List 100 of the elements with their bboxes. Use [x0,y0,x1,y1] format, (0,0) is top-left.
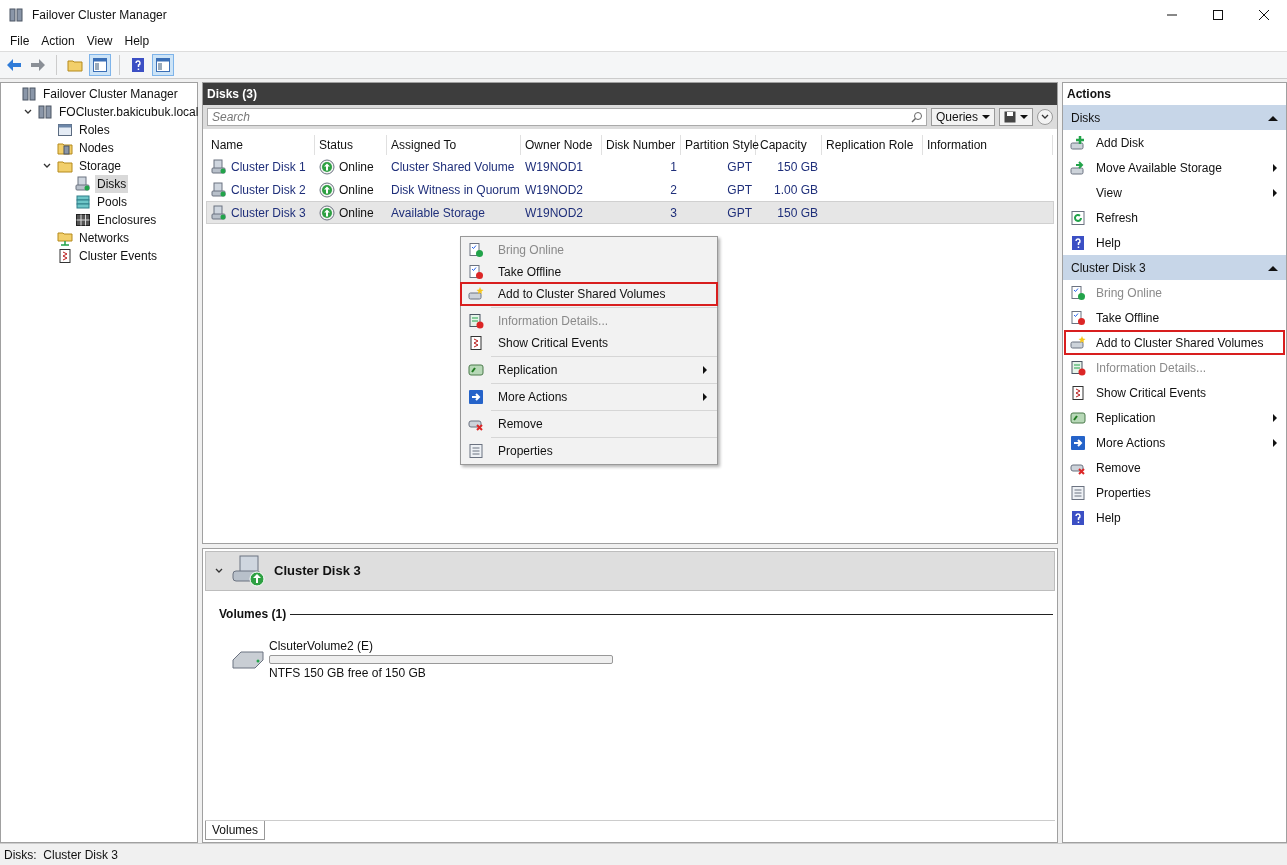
checklist-minus-icon [1070,309,1086,326]
column-header[interactable]: Information [923,135,1053,155]
menu-item[interactable]: Show Critical Events [461,332,717,354]
panel-icon [155,57,171,73]
replication-icon [468,362,484,378]
column-header[interactable]: Replication Role [822,135,923,155]
submenu-arrow-icon [1271,413,1279,422]
table-cell-text: Cluster Disk 3 [231,204,306,222]
menu-item[interactable]: Properties [461,440,717,462]
submenu-arrow-icon [701,393,709,401]
task-link[interactable]: Refresh [1064,205,1285,230]
menu-bar-item[interactable]: Help [118,31,156,50]
menu-item[interactable]: Remove [461,413,717,435]
submenu-arrow-icon [1271,188,1279,197]
tree-item[interactable]: Enclosures [95,211,159,229]
disk-star-icon [1070,334,1086,351]
task-link[interactable]: Show Critical Events [1064,380,1285,405]
collapse-triangle-icon [1268,113,1278,122]
arrow-right-icon [1070,434,1086,451]
action-pane-button[interactable] [152,54,174,76]
table-cell-text: Online [339,158,374,176]
volume-name: ClsuterVolume2 (E) [269,638,375,655]
collapse-button[interactable] [1037,109,1053,125]
tree-item[interactable]: Storage [77,157,124,175]
up-arrow-circle-icon [319,204,335,221]
window-icon [57,122,73,138]
search-field[interactable]: Search [207,108,927,126]
table-cell-text: 2 [670,181,677,199]
section-header[interactable]: Disks [1063,105,1286,130]
task-link[interactable]: Replication [1064,405,1285,430]
table-cell-text: 1.00 GB [773,181,818,199]
column-header[interactable]: Disk Number [602,135,681,155]
event-log-icon [1070,384,1086,401]
task-link[interactable]: View [1064,180,1285,205]
tree-item[interactable]: Failover Cluster Manager [41,85,180,103]
tree-item[interactable]: Roles [77,121,112,139]
table-row[interactable]: Cluster Disk 1 Online Cluster Shared Volume W19NOD1 1 GPT 150 GB [206,155,1054,178]
tree-item[interactable]: Cluster Events [77,247,160,265]
column-header[interactable]: Assigned To [387,135,521,155]
back-arrow-icon [6,57,22,73]
table-row[interactable]: Cluster Disk 3 Online Available Storage W19NOD2 3 GPT 150 GB [206,201,1054,224]
tree-item[interactable]: Nodes [77,139,116,157]
menu-item[interactable]: Replication [461,359,717,381]
menu-bar-item[interactable]: File [4,31,36,50]
disk-icon [211,204,227,221]
task-link[interactable]: Add Disk [1064,130,1285,155]
pane-title: Disks (3) [207,86,258,103]
drive-icon [231,649,265,670]
forward-arrow-icon [30,57,46,73]
column-header[interactable]: Name [207,135,315,155]
tree-item[interactable]: FOCluster.bakicubuk.local [57,103,201,121]
table-cell-text: GPT [727,181,752,199]
console-tree-button[interactable] [89,54,111,76]
tab[interactable]: Volumes [205,821,266,840]
replication-icon [1070,409,1086,426]
help-icon [1070,234,1086,251]
disk-icon [211,158,227,175]
column-header[interactable]: Status [315,135,387,155]
table-cell-text: Cluster Shared Volume [391,158,515,176]
document-alert-icon [468,313,484,329]
folder-icon [57,158,73,174]
section-header[interactable]: Cluster Disk 3 [1063,255,1286,280]
server-rack-icon [21,86,37,102]
task-link[interactable]: Add to Cluster Shared Volumes [1064,330,1285,355]
task-link[interactable]: Properties [1064,480,1285,505]
maximize-icon [1213,10,1223,20]
disk-arrow-icon [1070,159,1086,176]
queries-button[interactable]: Queries [930,108,995,126]
event-log-icon [468,335,484,351]
save-query-button[interactable] [999,108,1033,126]
volume-info: NTFS 150 GB free of 150 GB [269,665,427,682]
server-rack-icon [37,104,53,120]
task-link[interactable]: Help [1064,505,1285,530]
column-header[interactable]: Owner Node [521,135,602,155]
table-row[interactable]: Cluster Disk 2 Online Disk Witness in Quorum W19NOD2 2 GPT 1.00 GB [206,178,1054,201]
tree-item[interactable]: Disks [95,175,129,193]
disk-icon [75,176,91,192]
menu-bar-item[interactable]: View [80,31,119,50]
arrow-right-icon [468,389,484,405]
task-link[interactable]: Move Available Storage [1064,155,1285,180]
task-link[interactable]: Remove [1064,455,1285,480]
table-cell-text: Online [339,204,374,222]
menu-bar-item[interactable]: Action [35,31,81,50]
network-folder-icon [57,230,73,246]
menu-item[interactable]: Take Offline [461,261,717,283]
task-link[interactable]: More Actions [1064,430,1285,455]
tree-item[interactable]: Pools [95,193,130,211]
tree-item[interactable]: Networks [77,229,131,247]
menu-item[interactable]: More Actions [461,386,717,408]
window-title: Failover Cluster Manager [32,7,167,24]
help-icon [130,57,146,73]
dropdown-triangle-icon [982,113,990,121]
table-cell-text: Cluster Disk 2 [231,181,306,199]
dropdown-triangle-icon [1020,113,1028,121]
submenu-arrow-icon [1271,163,1279,172]
menu-item[interactable]: Add to Cluster Shared Volumes [461,283,717,305]
task-link[interactable]: Help [1064,230,1285,255]
up-arrow-circle-icon [319,158,335,175]
task-link[interactable]: Take Offline [1064,305,1285,330]
table-cell-text: W19NOD2 [525,204,583,222]
